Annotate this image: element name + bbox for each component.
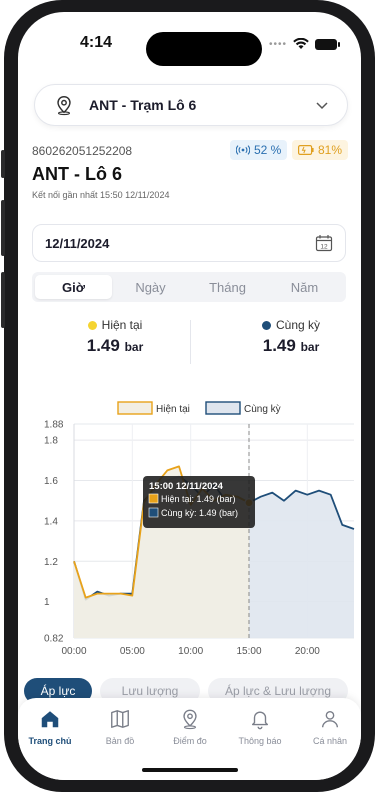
previous-label: Cùng kỳ bbox=[275, 318, 321, 332]
legend-swatch[interactable] bbox=[205, 401, 241, 415]
home-indicator bbox=[142, 768, 238, 772]
x-tick-label: 20:00 bbox=[295, 646, 320, 657]
previous-unit: bar bbox=[300, 340, 320, 354]
x-tick-label: 00:00 bbox=[61, 646, 86, 657]
nav-map-label: Bản đồ bbox=[105, 736, 135, 746]
current-value: 1.49 bbox=[86, 336, 120, 355]
nav-home-label: Trang chủ bbox=[28, 736, 72, 746]
y-tick-label: 1.4 bbox=[44, 516, 58, 527]
wifi-icon bbox=[293, 38, 309, 49]
period-tabs: Giờ Ngày Tháng Năm bbox=[32, 272, 346, 302]
signal-icon bbox=[236, 145, 250, 155]
mute-switch bbox=[1, 150, 5, 178]
nav-profile-label: Cá nhân bbox=[312, 736, 348, 746]
current-summary: Hiện tại 1.49 bar bbox=[40, 318, 190, 356]
nav-points-label: Điểm đo bbox=[173, 736, 207, 746]
battery-icon bbox=[315, 38, 340, 50]
tab-year[interactable]: Năm bbox=[266, 275, 343, 299]
volume-up-button bbox=[1, 200, 5, 256]
y-tick-label: 1.8 bbox=[44, 436, 58, 447]
legend-label: Cùng kỳ bbox=[244, 404, 281, 415]
x-tick-label: 10:00 bbox=[178, 646, 203, 657]
tooltip-title: 15:00 12/11/2024 bbox=[149, 481, 224, 492]
signal-value: 52 % bbox=[254, 143, 282, 157]
nav-notifications-label: Thông báo bbox=[238, 736, 282, 746]
screen: 4:14 •••• ANT - Trạm Lô 6 86026205125220… bbox=[18, 12, 361, 780]
volume-down-button bbox=[1, 272, 5, 328]
pressure-chart[interactable]: Hiện tại Cùng kỳ 1.88 1.8 1.6 1.4 1.2 1 0.8200:0… bbox=[18, 396, 361, 666]
tooltip-row: Hiện tại: 1.49 (bar) bbox=[161, 494, 236, 504]
tab-month[interactable]: Tháng bbox=[189, 275, 266, 299]
battery-value: 81% bbox=[318, 143, 343, 157]
user-icon bbox=[321, 710, 339, 728]
nav-notifications[interactable]: Thông báo bbox=[230, 708, 290, 746]
date-picker-value: 12/11/2024 bbox=[45, 235, 110, 251]
status-time: 4:14 bbox=[80, 34, 113, 51]
last-connection: Kết nối gần nhất 15:50 12/11/2024 bbox=[32, 190, 170, 200]
legend-label: Hiện tại bbox=[156, 404, 190, 415]
tab-day[interactable]: Ngày bbox=[112, 275, 189, 299]
bell-icon bbox=[251, 711, 269, 730]
y-tick-label: 1.6 bbox=[44, 476, 58, 487]
station-selector[interactable]: ANT - Trạm Lô 6 bbox=[34, 84, 348, 126]
previous-summary: Cùng kỳ 1.49 bar bbox=[216, 318, 361, 356]
device-id: 860262051252208 bbox=[32, 144, 133, 158]
nav-home[interactable]: Trang chủ bbox=[20, 708, 80, 746]
y-tick-label: 1.2 bbox=[44, 557, 58, 568]
tooltip-row: Cùng kỳ: 1.49 (bar) bbox=[161, 508, 238, 518]
date-picker[interactable]: 12/11/2024 12 bbox=[32, 224, 346, 262]
nav-points[interactable]: Điểm đo bbox=[160, 708, 220, 746]
current-unit: bar bbox=[124, 340, 144, 354]
tooltip-swatch bbox=[148, 507, 159, 518]
nav-profile[interactable]: Cá nhân bbox=[300, 708, 360, 746]
pin-icon bbox=[183, 709, 197, 730]
x-tick-label: 15:00 bbox=[236, 646, 261, 657]
x-tick-label: 05:00 bbox=[120, 646, 145, 657]
legend-swatch[interactable] bbox=[117, 401, 153, 415]
battery-badge: 81% bbox=[292, 140, 349, 160]
current-label: Hiện tại bbox=[101, 318, 143, 332]
tooltip-swatch bbox=[148, 493, 159, 504]
previous-legend-dot bbox=[261, 320, 271, 330]
y-tick-label: 1 bbox=[44, 597, 50, 608]
station-selector-label: ANT - Trạm Lô 6 bbox=[89, 97, 197, 113]
battery-level-icon bbox=[298, 145, 314, 155]
svg-text:12: 12 bbox=[320, 243, 328, 250]
current-legend-dot bbox=[87, 320, 97, 330]
summary-divider bbox=[190, 320, 191, 364]
tab-hour[interactable]: Giờ bbox=[35, 275, 112, 299]
status-icons: •••• bbox=[268, 38, 340, 50]
nav-map[interactable]: Bản đồ bbox=[90, 708, 150, 746]
cellular-icon: •••• bbox=[268, 38, 287, 50]
map-icon bbox=[111, 710, 129, 728]
chevron-down-icon bbox=[316, 102, 328, 110]
dynamic-island bbox=[146, 32, 262, 66]
status-bar: 4:14 •••• bbox=[18, 12, 361, 72]
phone-frame: 4:14 •••• ANT - Trạm Lô 6 86026205125220… bbox=[1, 0, 375, 792]
previous-value: 1.49 bbox=[262, 336, 296, 355]
signal-badge: 52 % bbox=[230, 140, 288, 160]
y-tick-label: 1.88 bbox=[44, 420, 64, 431]
station-name: ANT - Lô 6 bbox=[32, 164, 122, 184]
home-icon bbox=[41, 711, 59, 728]
location-pin-icon bbox=[57, 96, 71, 116]
y-tick-label: 0.82 bbox=[44, 634, 64, 645]
calendar-icon[interactable]: 12 bbox=[315, 234, 333, 252]
